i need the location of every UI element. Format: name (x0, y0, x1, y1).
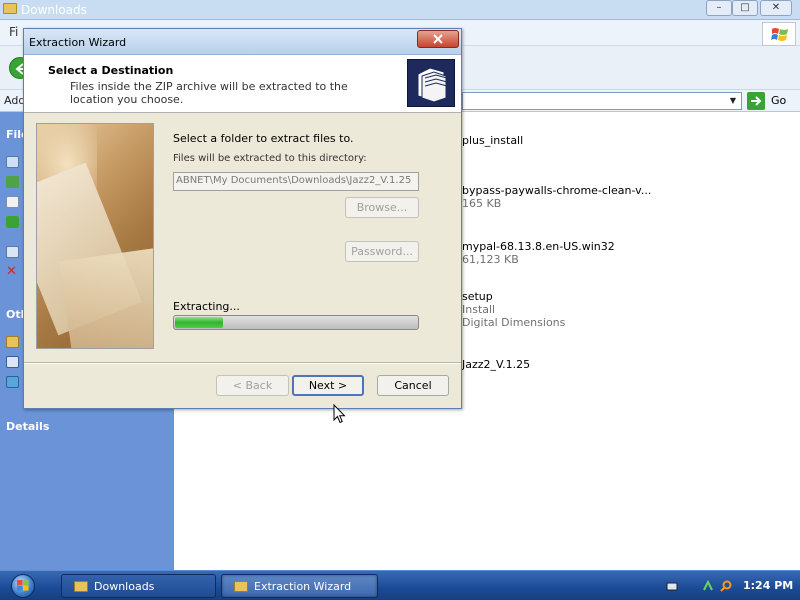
keyboard-icon[interactable] (666, 580, 678, 592)
file-size: 165 KB (462, 197, 502, 210)
extraction-progress-bar (173, 315, 419, 330)
file-name: setup (462, 290, 493, 303)
network-icon[interactable] (702, 579, 714, 592)
file-type: Install (462, 303, 496, 316)
system-tray: 1:24 PM (660, 571, 800, 600)
sidebar-task-icon[interactable] (6, 216, 19, 228)
folder-icon (3, 3, 17, 14)
taskbar-item-extraction-wizard[interactable]: Extraction Wizard (221, 574, 378, 598)
go-label: Go (771, 94, 787, 107)
file-size: 61,123 KB (462, 253, 519, 266)
explorer-close-button[interactable]: ✕ (760, 0, 792, 16)
extraction-wizard-dialog: Extraction Wizard Select a Destination F… (23, 28, 462, 409)
file-name: bypass-paywalls-chrome-clean-v... (462, 184, 652, 197)
taskbar-item-label: Extraction Wizard (254, 580, 352, 593)
address-input[interactable]: ▼ (462, 92, 742, 110)
path-label: Files will be extracted to this director… (173, 153, 367, 164)
back-button[interactable]: < Back (216, 375, 289, 396)
folder-icon (74, 581, 88, 592)
network-icon[interactable] (6, 376, 19, 388)
folder-prompt: Select a folder to extract files to. (173, 132, 354, 145)
wizard-heading: Select a Destination (48, 64, 174, 77)
next-button[interactable]: Next > (292, 375, 364, 396)
computer-icon[interactable] (6, 356, 19, 368)
folders-icon (407, 59, 455, 107)
wizard-side-image (36, 123, 154, 349)
minimize-button[interactable]: – (706, 0, 732, 16)
close-icon[interactable] (417, 30, 459, 48)
wizard-header: Select a Destination Files inside the ZI… (24, 55, 461, 113)
sidebar-task-icon[interactable] (6, 176, 19, 188)
explorer-titlebar[interactable]: Downloads – □ ✕ (0, 0, 800, 20)
sidebar-task-icon[interactable] (6, 246, 19, 258)
list-item[interactable]: plus_install (462, 134, 792, 147)
taskbar-item-downloads[interactable]: Downloads (61, 574, 216, 598)
start-orb-icon[interactable] (8, 573, 40, 599)
windows-flag-icon (762, 22, 796, 46)
sidebar-header-details[interactable]: Details (6, 420, 49, 433)
progress-fill (175, 317, 223, 328)
destination-path-field[interactable]: ABNET\My Documents\Downloads\Jazz2_V.1.2… (173, 172, 419, 191)
maximize-button[interactable]: □ (732, 0, 758, 16)
folder-icon (234, 581, 248, 592)
extracting-status: Extracting... (173, 300, 240, 313)
file-name: plus_install (462, 134, 524, 147)
wizard-subheading: Files inside the ZIP archive will be ext… (70, 80, 348, 106)
taskbar-item-label: Downloads (94, 580, 155, 593)
sidebar-task-icon[interactable] (6, 156, 19, 168)
file-name: mypal-68.13.8.en-US.win32 (462, 240, 615, 253)
wizard-title: Extraction Wizard (29, 36, 127, 49)
delete-icon[interactable]: ✕ (6, 265, 19, 278)
file-name: Jazz2_V.1.25 (462, 358, 531, 371)
list-item[interactable]: mypal-68.13.8.en-US.win32 61,123 KB (453, 240, 792, 274)
search-icon[interactable] (720, 580, 732, 592)
taskbar: Downloads Extraction Wizard 1:24 PM (0, 570, 800, 600)
menu-item-file[interactable]: Fi (9, 25, 18, 39)
wizard-titlebar[interactable]: Extraction Wizard (24, 29, 461, 55)
explorer-title: Downloads (21, 3, 87, 17)
mouse-pointer-icon (333, 404, 346, 424)
password-button[interactable]: Password... (345, 241, 419, 262)
cancel-button[interactable]: Cancel (377, 375, 449, 396)
go-arrow-icon (747, 92, 765, 110)
file-company: Digital Dimensions (462, 316, 566, 329)
clock[interactable]: 1:24 PM (743, 579, 793, 592)
chevron-down-icon[interactable]: ▼ (725, 93, 741, 109)
sidebar-task-icon[interactable] (6, 196, 19, 208)
folder-icon[interactable] (6, 336, 19, 348)
list-item[interactable]: bypass-paywalls-chrome-clean-v... 165 KB (453, 184, 792, 218)
divider (24, 362, 461, 364)
browse-button[interactable]: Browse... (345, 197, 419, 218)
list-item[interactable]: Jazz2_V.1.25 (462, 358, 792, 371)
list-item[interactable]: setup Install Digital Dimensions (453, 290, 792, 329)
go-button[interactable]: Go (747, 92, 797, 110)
